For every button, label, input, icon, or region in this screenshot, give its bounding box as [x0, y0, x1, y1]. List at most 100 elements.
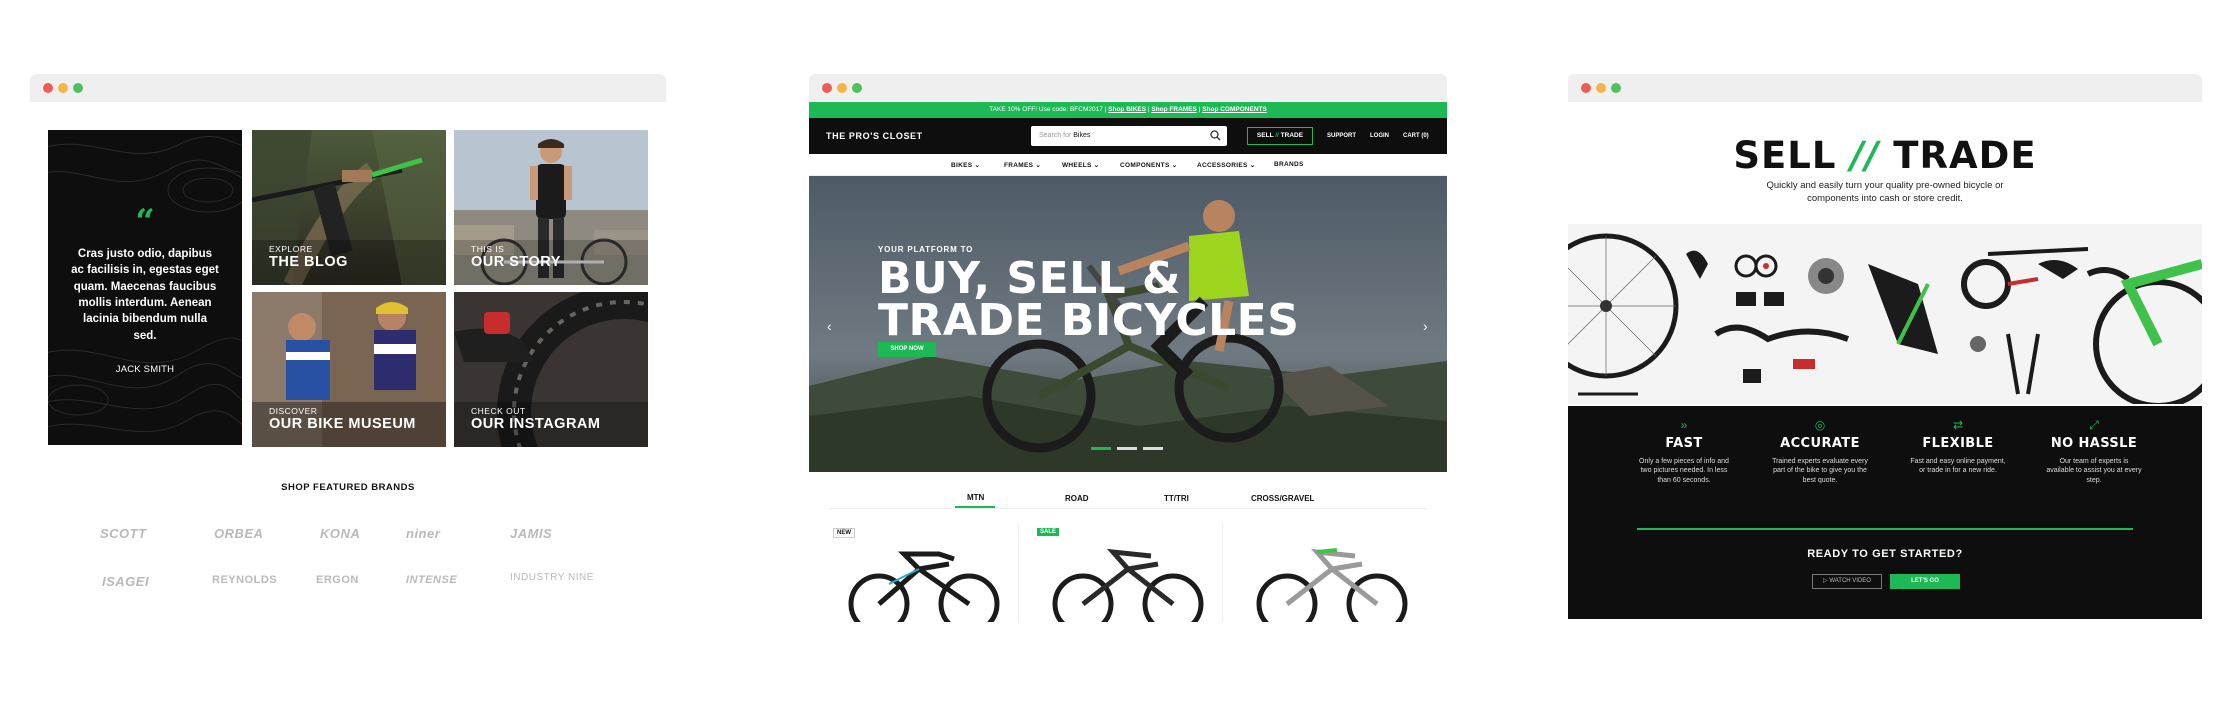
testimonial-card: “ Cras justo odio, dapibus ac facilisis …	[48, 130, 242, 445]
carousel-dot-3[interactable]	[1143, 447, 1163, 450]
benefits-section: » FAST Only a few pieces of info and two…	[1568, 406, 2202, 619]
carousel-dot-2[interactable]	[1117, 447, 1137, 450]
expand-icon: ⤢	[2089, 418, 2099, 432]
quote-icon: “	[135, 202, 155, 242]
hero-banner: YOUR PLATFORM TO BUY, SELL & TRADE BICYC…	[809, 176, 1447, 472]
tabs-divider	[829, 508, 1427, 509]
chevron-down-icon: ⌄	[1093, 162, 1100, 169]
tile-title: OUR INSTAGRAM	[471, 416, 601, 432]
carousel-next-icon[interactable]: ›	[1423, 318, 1428, 334]
chevron-down-icon: ⌄	[1249, 162, 1256, 169]
new-badge: NEW	[833, 528, 855, 538]
product-card[interactable]: SALE	[1033, 524, 1223, 622]
main-header: THE PRO'S CLOSET Search for Bikes SELL /…	[809, 118, 1447, 154]
support-link[interactable]: SUPPORT	[1327, 133, 1356, 139]
feature-title: FLEXIBLE	[1922, 436, 1994, 451]
hero-title: BUY, SELL & TRADE BICYCLES	[878, 253, 1300, 346]
tab-road[interactable]: ROAD	[1065, 494, 1089, 503]
minimize-window-button[interactable]	[58, 83, 68, 93]
feature-text: Trained experts evaluate every part of t…	[1772, 458, 1868, 484]
brand-logo-ergon[interactable]: ERGON	[316, 574, 359, 586]
tile-the-blog[interactable]: EXPLORE THE BLOG	[252, 130, 446, 285]
sell-trade-button[interactable]: SELL // TRADE	[1247, 127, 1313, 145]
menu-components[interactable]: COMPONENTS ⌄	[1120, 161, 1177, 169]
tab-cross-gravel[interactable]: CROSS/GRAVEL	[1251, 494, 1314, 503]
brand-logo-isagei[interactable]: ISAGEI	[102, 574, 149, 589]
maximize-window-button[interactable]	[1611, 83, 1621, 93]
watch-video-button[interactable]: ▷ WATCH VIDEO	[1812, 574, 1882, 589]
tile-eyebrow: DISCOVER	[269, 406, 318, 416]
brand-logo-jamis[interactable]: JAMIS	[510, 526, 552, 541]
login-link[interactable]: LOGIN	[1370, 133, 1389, 139]
browser-window-home: TAKE 10% OFF! Use code: BFCM2017 | Shop …	[809, 74, 1447, 509]
maximize-window-button[interactable]	[73, 83, 83, 93]
search-placeholder: Search for Bikes	[1039, 132, 1091, 139]
tile-eyebrow: THIS IS	[471, 244, 505, 254]
brand-logo-industry-nine[interactable]: INDUSTRY NINE	[510, 572, 594, 583]
feature-no-hassle: ⤢ NO HASSLE Our team of experts is avail…	[2024, 418, 2164, 485]
brand-logo-intense[interactable]: INTENSE	[406, 574, 457, 586]
promo-text: TAKE 10% OFF! Use code: BFCM2017	[989, 106, 1103, 113]
target-icon: ◎	[1814, 418, 1826, 432]
testimonial-text: Cras justo odio, dapibus ac facilisis in…	[71, 248, 219, 342]
menu-bikes[interactable]: BIKES ⌄	[951, 161, 980, 169]
brand-logo-reynolds[interactable]: REYNOLDS	[212, 574, 277, 586]
close-window-button[interactable]	[43, 83, 53, 93]
window-titlebar	[809, 74, 1447, 102]
tile-bike-museum[interactable]: DISCOVER OUR BIKE MUSEUM	[252, 292, 446, 447]
window-titlebar	[30, 74, 666, 102]
minimize-window-button[interactable]	[837, 83, 847, 93]
feature-flexible: ⇄ FLEXIBLE Fast and easy online payment,…	[1888, 418, 2028, 476]
promo-link-components[interactable]: Shop COMPONENTS	[1202, 106, 1267, 113]
tab-mtn[interactable]: MTN	[967, 493, 984, 502]
search-icon[interactable]	[1210, 130, 1221, 141]
feature-title: FAST	[1665, 436, 1703, 451]
promo-link-bikes[interactable]: Shop BIKES	[1108, 106, 1146, 113]
tile-title: OUR STORY	[471, 254, 561, 270]
brand-logo-scott[interactable]: SCOTT	[100, 526, 147, 541]
window-titlebar	[1568, 74, 2202, 102]
search-input[interactable]: Search for Bikes	[1031, 126, 1227, 146]
menu-wheels[interactable]: WHEELS ⌄	[1062, 161, 1099, 169]
fast-forward-icon: »	[1680, 418, 1688, 432]
testimonial-author: JACK SMITH	[115, 364, 175, 375]
tile-instagram[interactable]: CHECK OUT OUR INSTAGRAM	[454, 292, 648, 447]
product-card[interactable]: NEW	[829, 524, 1019, 622]
feature-title: NO HASSLE	[2050, 436, 2138, 451]
close-window-button[interactable]	[822, 83, 832, 93]
brand-logo-orbea[interactable]: ORBEA	[214, 526, 263, 541]
mountain-bike-image	[848, 551, 1000, 622]
maximize-window-button[interactable]	[852, 83, 862, 93]
mountain-bike-image	[1052, 548, 1204, 622]
feature-text: Our team of experts is available to assi…	[2046, 458, 2142, 484]
tile-eyebrow: CHECK OUT	[471, 406, 526, 416]
carousel-prev-icon[interactable]: ‹	[827, 318, 832, 334]
chevron-down-icon: ⌄	[1171, 162, 1178, 169]
menu-brands[interactable]: BRANDS	[1274, 161, 1304, 168]
play-icon: ▷	[1823, 578, 1828, 584]
product-row: NEW SALE	[809, 524, 1447, 622]
menu-frames[interactable]: FRAMES ⌄	[1004, 161, 1041, 169]
promo-link-frames[interactable]: Shop FRAMES	[1151, 106, 1197, 113]
close-window-button[interactable]	[1581, 83, 1591, 93]
tile-our-story[interactable]: THIS IS OUR STORY	[454, 130, 648, 285]
brand-logo-niner[interactable]: niner	[406, 526, 440, 541]
cart-link[interactable]: CART (0)	[1403, 133, 1429, 139]
sell-trade-title: SELL // TRADE	[1733, 134, 2037, 177]
feature-title: ACCURATE	[1780, 436, 1860, 451]
minimize-window-button[interactable]	[1596, 83, 1606, 93]
site-logo[interactable]: THE PRO'S CLOSET	[826, 131, 923, 141]
lets-go-button[interactable]: LET'S GO	[1890, 574, 1960, 589]
tile-title: THE BLOG	[269, 254, 348, 270]
tab-tt-tri[interactable]: TT/TRI	[1164, 494, 1189, 503]
browser-window-sell-trade: SELL // TRADE Quickly and easily turn yo…	[1568, 74, 2202, 619]
chevron-down-icon: ⌄	[974, 162, 981, 169]
tile-eyebrow: EXPLORE	[269, 244, 313, 254]
feature-text: Fast and easy online payment, or trade i…	[1910, 458, 2006, 475]
carousel-dot-1[interactable]	[1091, 447, 1111, 450]
chevron-down-icon: ⌄	[1035, 162, 1042, 169]
shop-now-button[interactable]: SHOP NOW	[878, 342, 936, 357]
product-card[interactable]	[1237, 524, 1427, 622]
menu-accessories[interactable]: ACCESSORIES ⌄	[1197, 161, 1255, 169]
brand-logo-kona[interactable]: KONA	[320, 526, 360, 541]
